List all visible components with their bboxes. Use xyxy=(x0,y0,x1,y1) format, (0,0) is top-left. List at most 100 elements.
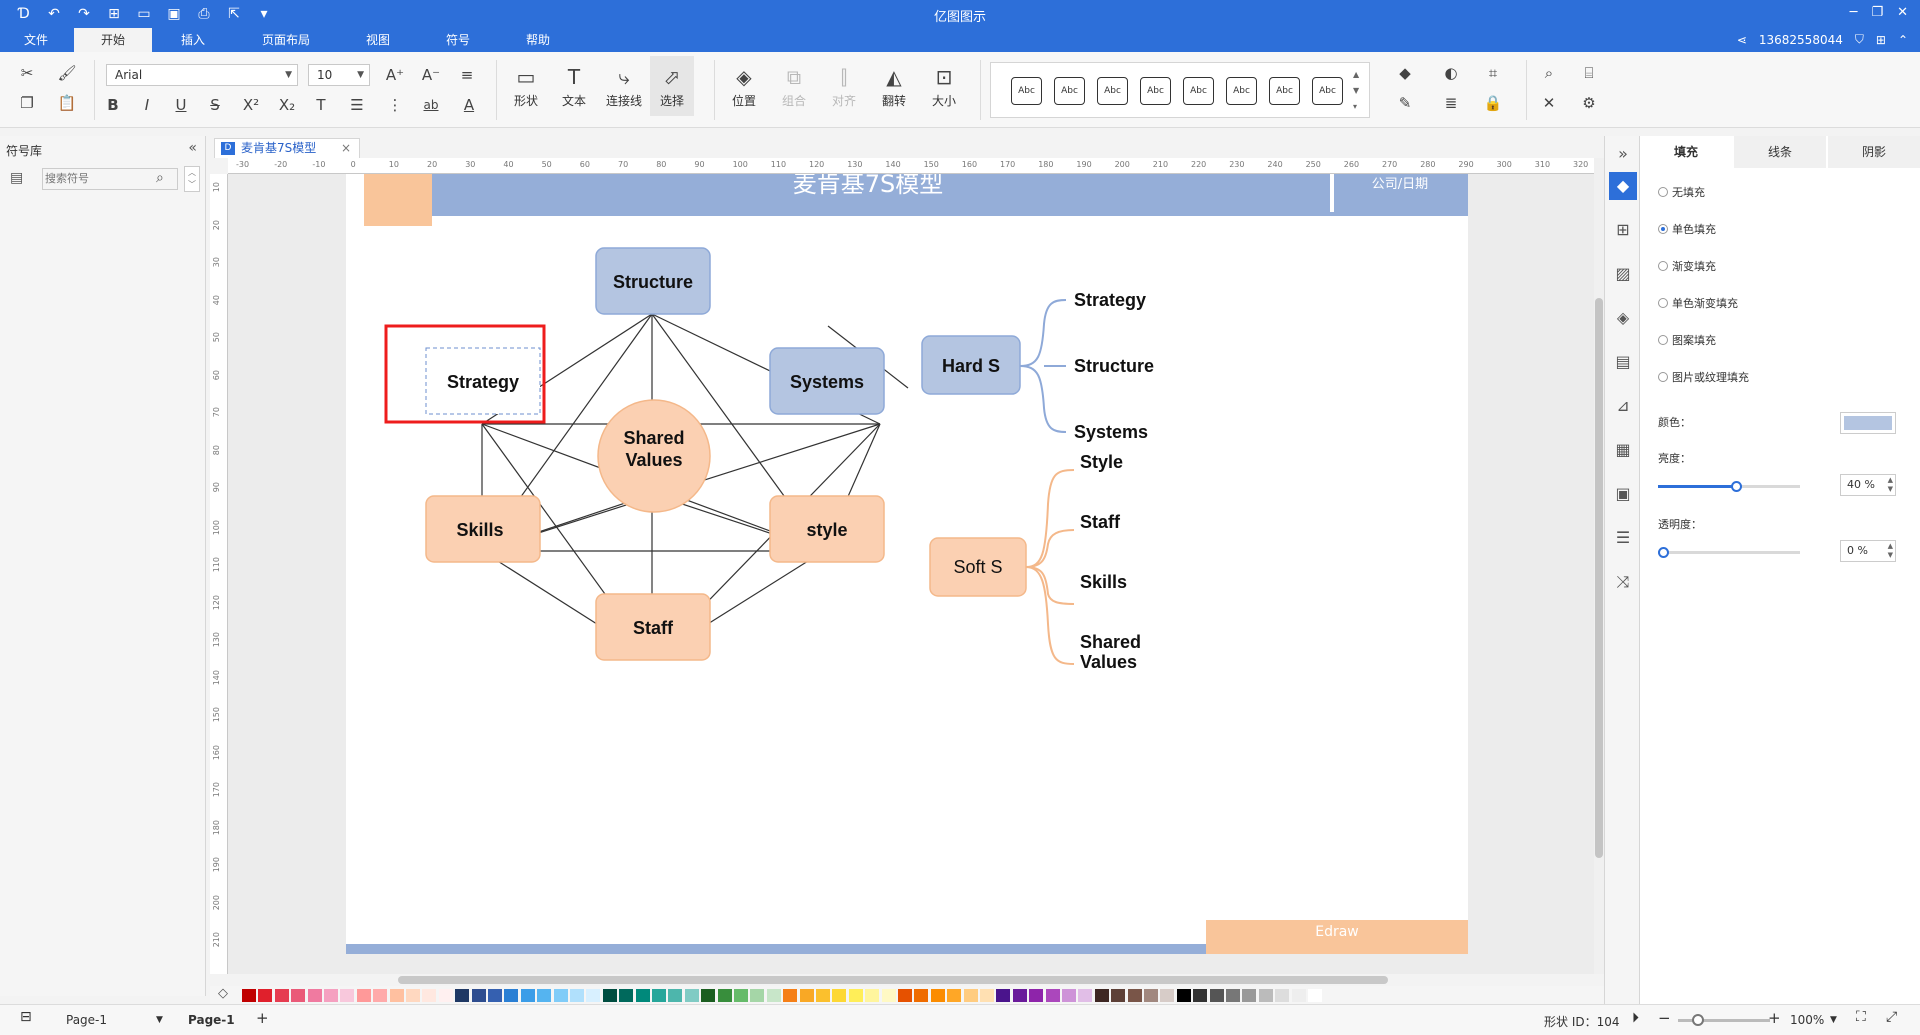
palette-swatch[interactable] xyxy=(274,989,289,1002)
tab-layout[interactable]: 页面布局 xyxy=(254,28,318,52)
radio-no-fill[interactable]: 无填充 xyxy=(1658,184,1705,200)
horizontal-scrollbar[interactable] xyxy=(398,976,1388,984)
palette-swatch[interactable] xyxy=(291,989,306,1002)
radio-mono-gradient-fill[interactable]: 单色渐变填充 xyxy=(1658,295,1738,311)
palette-swatch[interactable] xyxy=(963,989,978,1002)
zoom-in-icon[interactable]: + xyxy=(1768,1009,1781,1027)
brightness-slider[interactable] xyxy=(1658,481,1800,492)
quick-style-7[interactable]: Abc xyxy=(1269,77,1300,105)
palette-swatch[interactable] xyxy=(1160,989,1175,1002)
chevron-down-icon[interactable]: ▼ xyxy=(1830,1015,1837,1025)
palette-swatch[interactable] xyxy=(652,989,666,1002)
spin-arrows-icon[interactable]: ▲ ▼ xyxy=(1888,542,1893,560)
line-color-icon[interactable]: ✎ xyxy=(1394,92,1416,114)
tools-icon[interactable]: ✕ xyxy=(1538,92,1560,114)
crop-icon[interactable]: ⌗ xyxy=(1482,62,1504,84)
layers-panel-icon[interactable]: ◈ xyxy=(1609,304,1637,332)
cut-icon[interactable]: ✂ xyxy=(16,62,38,84)
no-fill-icon[interactable]: ◇ xyxy=(218,986,228,1001)
tab-help[interactable]: 帮助 xyxy=(516,28,560,52)
palette-swatch[interactable] xyxy=(898,989,912,1002)
apps-icon[interactable]: ⊞ xyxy=(1876,33,1886,47)
select-button[interactable]: ⬀ 选择 xyxy=(650,56,694,116)
hard-s-item-structure[interactable]: Structure xyxy=(1074,356,1154,376)
quick-style-3[interactable]: Abc xyxy=(1097,77,1128,105)
fit-page-icon[interactable]: ⛶ xyxy=(1856,1009,1866,1025)
palette-swatch[interactable] xyxy=(865,989,880,1002)
page-tab[interactable]: Page-1 xyxy=(188,1013,235,1027)
tab-view[interactable]: 视图 xyxy=(356,28,400,52)
palette-swatch[interactable] xyxy=(684,989,699,1002)
minimize-icon[interactable]: ─ xyxy=(1850,5,1858,20)
chevron-down-icon[interactable]: ▼ xyxy=(156,1015,163,1025)
fill-color-picker[interactable] xyxy=(1840,412,1896,434)
line-style-icon[interactable]: ≣ xyxy=(1440,92,1462,114)
palette-swatch[interactable] xyxy=(947,989,962,1002)
transparency-input[interactable]: 0 % ▲ ▼ xyxy=(1840,540,1896,562)
lock-icon[interactable]: 🔒 xyxy=(1482,92,1504,114)
palette-swatch[interactable] xyxy=(1144,989,1158,1002)
soft-s-item-shared[interactable]: Shared xyxy=(1080,632,1141,652)
tab-shadow[interactable]: 阴影 xyxy=(1828,136,1920,168)
palette-swatch[interactable] xyxy=(1258,989,1273,1002)
restore-icon[interactable]: ❐ xyxy=(1871,5,1883,20)
palette-swatch[interactable] xyxy=(1127,989,1142,1002)
shadow-style-icon[interactable]: ◐ xyxy=(1440,62,1462,84)
collapse-panel-icon[interactable]: « xyxy=(188,140,197,156)
radio-picture-fill[interactable]: 图片或纹理填充 xyxy=(1658,369,1749,385)
shrink-font-icon[interactable]: A⁻ xyxy=(420,64,442,86)
quick-style-2[interactable]: Abc xyxy=(1054,77,1085,105)
soft-s-item-values[interactable]: Values xyxy=(1080,652,1137,672)
close-icon[interactable]: ✕ xyxy=(1897,5,1908,20)
palette-swatch[interactable] xyxy=(340,989,355,1002)
palette-swatch[interactable] xyxy=(848,989,863,1002)
account-phone[interactable]: 13682558044 xyxy=(1759,33,1843,47)
palette-swatch[interactable] xyxy=(996,989,1011,1002)
hard-s-item-systems[interactable]: Systems xyxy=(1074,422,1148,442)
palette-swatch[interactable] xyxy=(307,989,322,1002)
underline-icon[interactable]: U xyxy=(170,94,192,116)
palette-swatch[interactable] xyxy=(504,989,519,1002)
play-icon[interactable]: ⏵ xyxy=(1632,1010,1639,1026)
image-icon[interactable]: ▨ xyxy=(1609,260,1637,288)
palette-swatch[interactable] xyxy=(422,989,437,1002)
drawing-canvas[interactable]: 麦肯基7S模型 公司/日期 Edraw Structure Systems St… xyxy=(228,174,1594,974)
templates-icon[interactable]: ⊞ xyxy=(1609,216,1637,244)
quick-style-4[interactable]: Abc xyxy=(1140,77,1171,105)
soft-s-item-style[interactable]: Style xyxy=(1080,452,1123,472)
group-button[interactable]: ⧉ 组合 xyxy=(772,56,816,116)
palette-swatch[interactable] xyxy=(537,989,552,1002)
palette-swatch[interactable] xyxy=(816,989,830,1002)
palette-swatch[interactable] xyxy=(1094,989,1109,1002)
font-family-select[interactable]: Arial ▼ xyxy=(106,64,298,86)
quick-style-5[interactable]: Abc xyxy=(1183,77,1214,105)
palette-swatch[interactable] xyxy=(914,989,929,1002)
palette-swatch[interactable] xyxy=(553,989,568,1002)
gallery-scroll-icon[interactable]: ▲ ▼ ▾ xyxy=(1353,67,1359,115)
diagram-header-title[interactable]: 麦肯基7S模型 xyxy=(793,174,944,198)
format-painter-icon[interactable]: 🖌 xyxy=(56,62,78,84)
palette-swatch[interactable] xyxy=(701,989,716,1002)
align-text-icon[interactable]: ≡ xyxy=(456,64,478,86)
palette-swatch[interactable] xyxy=(242,989,256,1002)
fill-bucket-icon[interactable]: ◆ xyxy=(1394,62,1416,84)
connector-button[interactable]: ⤷ 连接线 xyxy=(602,56,646,116)
ribbon-collapse-icon[interactable]: ⌃ xyxy=(1898,33,1908,47)
palette-swatch[interactable] xyxy=(734,989,748,1002)
palette-swatch[interactable] xyxy=(930,989,945,1002)
palette-swatch[interactable] xyxy=(1242,989,1257,1002)
search-icon[interactable]: ⌕ xyxy=(156,170,164,186)
bold-icon[interactable]: B xyxy=(102,94,124,116)
footer-label[interactable]: Edraw xyxy=(1315,924,1359,940)
palette-swatch[interactable] xyxy=(1226,989,1240,1002)
format-icon[interactable]: ☰ xyxy=(1609,524,1637,552)
quick-style-1[interactable]: Abc xyxy=(1011,77,1042,105)
palette-swatch[interactable] xyxy=(389,989,404,1002)
close-tab-icon[interactable]: × xyxy=(341,139,351,157)
shuffle-icon[interactable]: ⤨ xyxy=(1609,568,1637,596)
palette-swatch[interactable] xyxy=(717,989,732,1002)
add-page-icon[interactable]: + xyxy=(256,1009,269,1027)
paste-icon[interactable]: 📋 xyxy=(56,92,78,114)
strikethrough-icon[interactable]: S xyxy=(204,94,226,116)
soft-s-item-staff[interactable]: Staff xyxy=(1080,512,1121,532)
